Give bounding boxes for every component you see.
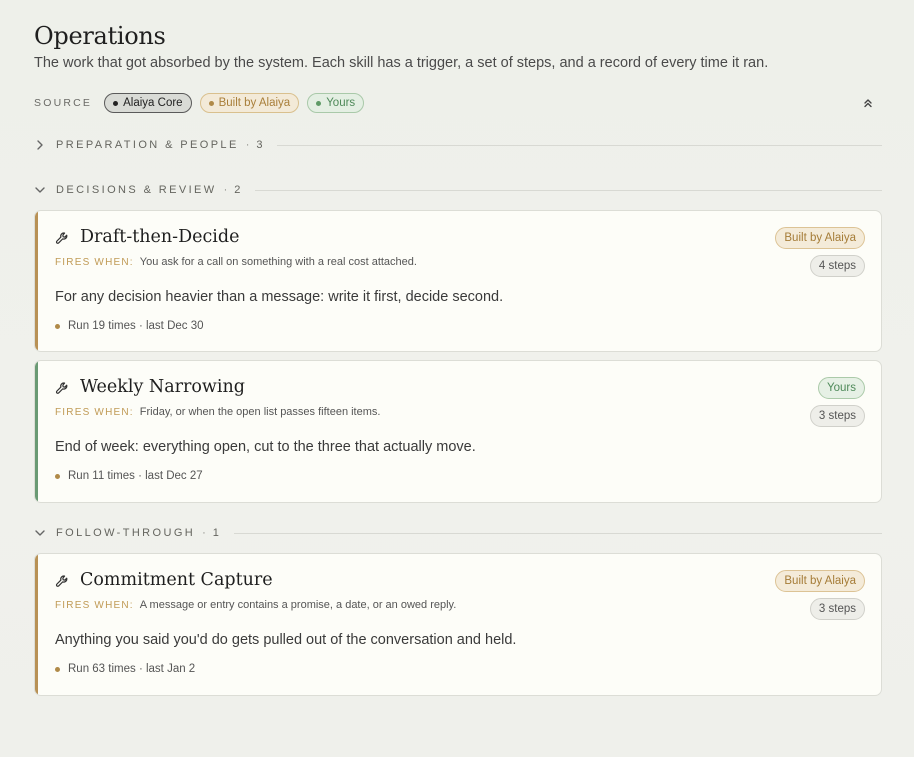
section-label: PREPARATION & PEOPLE <box>56 139 239 151</box>
fires-when-label: FIRES WHEN: <box>55 600 134 611</box>
section-separator: · <box>223 184 228 196</box>
run-history: Run 11 times · last Dec 27 <box>55 470 203 482</box>
section-separator: · <box>202 527 206 539</box>
skill-description: For any decision heavier than a message:… <box>55 289 504 305</box>
section-decisions-review[interactable]: DECISIONS & REVIEW · 2 <box>34 183 882 197</box>
source-chip-yours[interactable]: Yours <box>307 93 365 113</box>
section-divider <box>277 144 882 146</box>
section-label: DECISIONS & REVIEW <box>56 184 217 196</box>
section-separator: · <box>245 139 250 151</box>
source-label: SOURCE <box>34 97 93 109</box>
skill-title: Draft-then-Decide <box>80 227 240 247</box>
source-badge: Built by Alaiya <box>775 227 865 249</box>
status-dot-icon <box>55 666 60 672</box>
steps-badge[interactable]: 3 steps <box>809 405 865 427</box>
steps-badge[interactable]: 3 steps <box>809 598 865 620</box>
skill-card-commitment-capture[interactable]: Commitment Capture FIRES WHEN: A message … <box>34 553 882 696</box>
section-count: 3 <box>256 139 264 151</box>
fires-when: FIRES WHEN: You ask for a call on somethi… <box>55 256 417 268</box>
card-accent-bar <box>35 211 38 351</box>
fires-when-text: You ask for a call on something with a r… <box>139 256 417 268</box>
chevrons-up-icon <box>864 99 872 108</box>
dot-icon <box>113 100 119 106</box>
card-accent-bar <box>35 361 38 502</box>
section-count: 1 <box>212 527 220 539</box>
skill-description: End of week: everything open, cut to the… <box>55 439 476 455</box>
skill-title: Weekly Narrowing <box>80 377 245 397</box>
status-dot-icon <box>55 473 60 479</box>
run-stats: Run 63 times · last Jan 2 <box>68 663 196 675</box>
wrench-icon <box>55 382 68 394</box>
chevron-down-icon <box>35 530 45 536</box>
chip-label: Alaiya Core <box>123 97 183 109</box>
page-title: Operations <box>34 22 166 50</box>
fires-when-text: Friday, or when the open list passes fif… <box>139 406 381 418</box>
fires-when-label: FIRES WHEN: <box>55 257 134 268</box>
fires-when-label: FIRES WHEN: <box>55 407 134 418</box>
chevron-down-icon <box>35 187 45 193</box>
chip-label: Yours <box>326 97 356 109</box>
chip-label: Built by Alaiya <box>218 97 291 109</box>
status-dot-icon <box>55 323 60 329</box>
run-stats: Run 11 times · last Dec 27 <box>68 470 203 482</box>
source-chip-built-by-alaiya[interactable]: Built by Alaiya <box>199 93 300 113</box>
wrench-icon <box>55 232 68 244</box>
steps-badge[interactable]: 4 steps <box>809 255 865 277</box>
card-accent-bar <box>35 554 38 695</box>
source-badge: Built by Alaiya <box>775 570 865 592</box>
source-chip-alaiya-core[interactable]: Alaiya Core <box>104 93 192 113</box>
chevron-right-icon <box>37 140 43 150</box>
section-follow-through[interactable]: FOLLOW-THROUGH · 1 <box>34 526 882 540</box>
skill-description: Anything you said you'd do gets pulled o… <box>55 632 517 648</box>
fires-when: FIRES WHEN: Friday, or when the open list… <box>55 406 380 418</box>
section-preparation-people[interactable]: PREPARATION & PEOPLE · 3 <box>34 138 882 152</box>
section-divider <box>233 532 882 534</box>
page-subtitle: The work that got absorbed by the system… <box>34 55 769 71</box>
dot-icon <box>316 100 322 106</box>
source-filter-bar: SOURCE Alaiya Core Built by Alaiya Yours <box>34 91 882 115</box>
section-label: FOLLOW-THROUGH <box>56 527 196 539</box>
collapse-all-button[interactable] <box>860 95 876 111</box>
skill-card-weekly-narrowing[interactable]: Weekly Narrowing FIRES WHEN: Friday, or w… <box>34 360 882 503</box>
skill-card-draft-then-decide[interactable]: Draft-then-Decide FIRES WHEN: You ask for… <box>34 210 882 352</box>
section-count: 2 <box>234 184 242 196</box>
dot-icon <box>208 100 214 106</box>
run-stats: Run 19 times · last Dec 30 <box>68 320 204 332</box>
skill-title: Commitment Capture <box>80 570 273 590</box>
wrench-icon <box>55 575 68 587</box>
fires-when: FIRES WHEN: A message or entry contains a… <box>55 599 456 611</box>
fires-when-text: A message or entry contains a promise, a… <box>139 599 457 611</box>
run-history: Run 19 times · last Dec 30 <box>55 320 204 332</box>
run-history: Run 63 times · last Jan 2 <box>55 663 195 675</box>
source-badge: Yours <box>818 377 865 399</box>
section-divider <box>255 189 882 191</box>
